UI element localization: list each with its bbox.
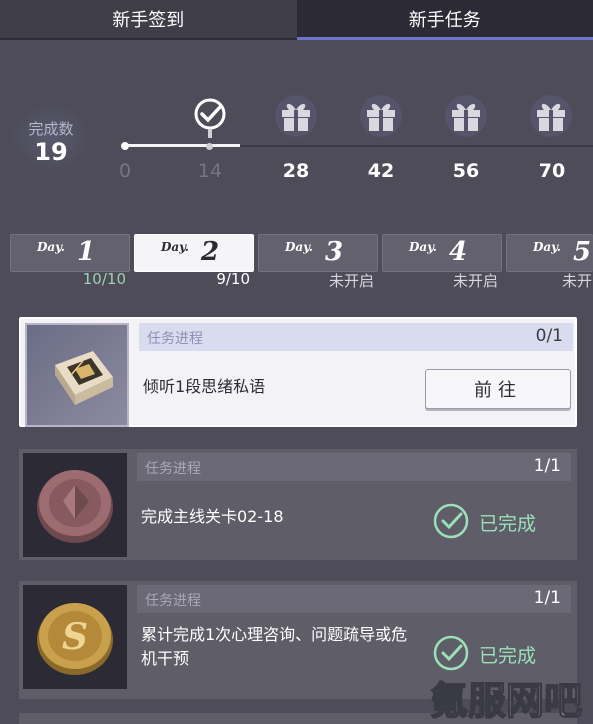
gift-icon[interactable] xyxy=(273,94,319,138)
completed-status: 已完成 xyxy=(429,633,569,673)
task-thumbnail xyxy=(25,323,129,427)
day-status: 未开启 xyxy=(328,272,374,290)
task-progress-label: 任务进程 xyxy=(147,331,203,347)
task-progress-count: 1/1 xyxy=(533,456,561,476)
day-tab-2[interactable]: Day. 2 xyxy=(134,234,254,272)
milestone-label: 42 xyxy=(367,160,395,182)
tab-tasks[interactable]: 新手任务 xyxy=(296,0,593,40)
task-progress-label: 任务进程 xyxy=(145,593,201,609)
day-status: 10/10 xyxy=(82,270,126,288)
progress-dot-current xyxy=(206,143,213,150)
task-progress-header: 任务进程 0/1 xyxy=(139,323,573,351)
task-thumbnail xyxy=(23,453,127,557)
svg-text:S: S xyxy=(62,616,88,658)
progress-dot-start xyxy=(121,142,129,150)
gift-icon[interactable] xyxy=(358,94,404,138)
day-word: Day. xyxy=(409,240,437,254)
task-description: 完成主线关卡02-18 xyxy=(141,507,284,526)
check-badge-icon xyxy=(194,98,226,138)
check-circle-icon xyxy=(433,635,469,671)
completion-count-label: 完成数 xyxy=(28,120,74,138)
task-progress-label: 任务进程 xyxy=(145,461,201,477)
progress-track-fill xyxy=(124,144,240,147)
day-status: 9/10 xyxy=(216,270,250,288)
completed-status: 已完成 xyxy=(429,501,569,541)
day-tab-1[interactable]: Day. 1 xyxy=(10,234,130,272)
task-description: 累计完成1次心理咨询、问题疏导或危机干预 xyxy=(141,625,408,668)
day-word: Day. xyxy=(285,240,313,254)
day-word: Day. xyxy=(37,240,65,254)
task-thumbnail: S xyxy=(23,585,127,689)
day-number: 1 xyxy=(77,237,96,267)
completion-count: 完成数 19 xyxy=(10,102,92,172)
task-progress-count: 0/1 xyxy=(535,326,563,346)
milestone-label: 56 xyxy=(452,160,480,182)
day-word: Day. xyxy=(533,240,561,254)
milestone-label: 0 xyxy=(118,160,132,182)
completion-count-value: 19 xyxy=(34,138,68,166)
milestone-label: 28 xyxy=(282,160,310,182)
coin-item-icon xyxy=(37,470,113,543)
day-number: 4 xyxy=(449,237,468,267)
task-progress-header: 任务进程 1/1 xyxy=(137,453,571,481)
milestone-label: 70 xyxy=(538,160,566,182)
completed-label: 已完成 xyxy=(479,645,537,667)
gift-icon[interactable] xyxy=(528,94,574,138)
watermark-logo: 氪服网吧 xyxy=(429,678,583,724)
task-progress-header: 任务进程 1/1 xyxy=(137,585,571,613)
day-word: Day. xyxy=(161,240,189,254)
tab-signin[interactable]: 新手签到 xyxy=(0,0,297,40)
go-button[interactable]: 前往 xyxy=(425,369,571,409)
day-tab-4[interactable]: Day. 4 xyxy=(382,234,502,272)
gold-coin-icon: S xyxy=(37,603,113,675)
top-tabs: 新手签到 新手任务 xyxy=(0,0,593,42)
gift-icon[interactable] xyxy=(443,94,489,138)
task-progress-count: 1/1 xyxy=(533,588,561,608)
day-number: 5 xyxy=(573,237,592,267)
task-card: 任务进程 0/1 倾听1段思绪私语 前往 xyxy=(19,317,577,427)
day-number: 2 xyxy=(201,237,220,267)
check-circle-icon xyxy=(433,503,469,539)
milestone-label: 14 xyxy=(197,160,223,182)
task-card: 任务进程 1/1 完成主线关卡02-18 已完成 xyxy=(19,449,577,560)
task-description: 倾听1段思绪私语 xyxy=(143,377,266,396)
completed-label: 已完成 xyxy=(479,513,537,535)
day-status: 未开 xyxy=(561,272,592,290)
chip-item-icon xyxy=(55,351,113,405)
day-tab-5[interactable]: Day. 5 xyxy=(506,234,593,272)
svg-text:氪服网吧: 氪服网吧 xyxy=(430,679,582,723)
day-number: 3 xyxy=(325,237,344,267)
day-tab-3[interactable]: Day. 3 xyxy=(258,234,378,272)
